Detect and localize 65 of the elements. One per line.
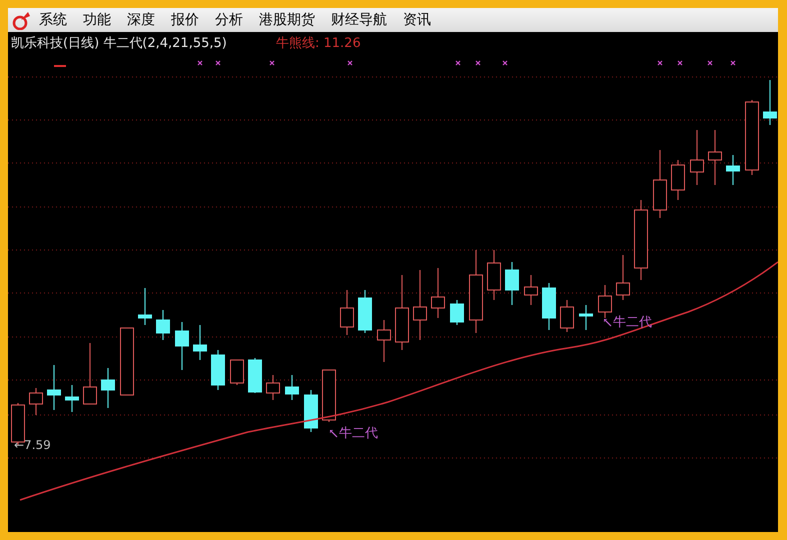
candlestick: [690, 130, 704, 186]
pointer-arrow-icon: [330, 430, 338, 438]
candlestick: [450, 300, 464, 326]
candlestick: [358, 290, 372, 334]
indicator-value: 牛熊线: 11.26: [276, 36, 361, 52]
candlestick: [340, 290, 354, 336]
candlestick: [377, 320, 391, 362]
signal-label: 牛二代: [613, 315, 652, 330]
candlestick: [101, 368, 115, 408]
candlestick: [47, 364, 61, 410]
candlestick: [671, 160, 685, 200]
low-price-label: ←7.59: [14, 438, 51, 452]
candlestick: [248, 358, 262, 394]
candlestick: [211, 350, 225, 390]
candlestick: [708, 130, 722, 186]
candlestick: [542, 282, 556, 330]
menu-item[interactable]: 深度: [126, 11, 156, 29]
x-mark-icon: [730, 60, 736, 66]
menu-item[interactable]: 系统: [38, 11, 68, 29]
candlestick: [524, 274, 538, 306]
candlestick: [65, 384, 79, 412]
candlestick: [413, 270, 427, 340]
candlestick: [304, 390, 318, 432]
candlestick: [193, 324, 207, 360]
candlestick: [598, 284, 612, 318]
menu-item[interactable]: 资讯: [402, 11, 432, 29]
candlestick: [322, 370, 336, 422]
candlestick: [431, 268, 445, 318]
x-mark-icon: [269, 60, 275, 66]
x-mark-icon: [502, 60, 508, 66]
chart-title: 凯乐科技(日线) 牛二代(2,4,21,55,5): [11, 36, 227, 52]
candlestick: [616, 254, 630, 300]
menu-item[interactable]: 功能: [82, 11, 112, 29]
logo-icon: [12, 10, 32, 30]
candlestick: [487, 250, 501, 300]
candlestick: [266, 374, 280, 400]
menu-item[interactable]: 报价: [170, 11, 200, 29]
candlestick: [726, 154, 740, 186]
x-mark-icon: [215, 60, 221, 66]
candlestick: [560, 300, 574, 332]
candlestick: [120, 328, 134, 396]
x-mark-icon: [707, 60, 713, 66]
candlestick: [156, 310, 170, 340]
candlestick: [505, 262, 519, 306]
pointer-arrow-icon: [604, 318, 612, 326]
menu-item[interactable]: 分析: [214, 11, 244, 29]
x-mark-icon: [475, 60, 481, 66]
x-mark-icon: [455, 60, 461, 66]
candlestick: [230, 360, 244, 386]
x-mark-icon: [347, 60, 353, 66]
candlestick: [138, 288, 152, 326]
candlestick: [653, 150, 667, 218]
candlestick: [175, 322, 189, 370]
x-mark-icon: [657, 60, 663, 66]
menu-item[interactable]: 港股期货: [258, 11, 316, 29]
candlestick: [579, 304, 593, 330]
candlestick: [29, 388, 43, 416]
menu-item[interactable]: 财经导航: [330, 11, 388, 29]
candlestick: [285, 374, 299, 400]
signal-label: 牛二代: [339, 426, 378, 441]
x-mark-icon: [677, 60, 683, 66]
candlestick: [83, 342, 97, 404]
x-mark-icon: [197, 60, 203, 66]
candlestick: [763, 80, 777, 126]
dash-mark: [54, 65, 66, 67]
